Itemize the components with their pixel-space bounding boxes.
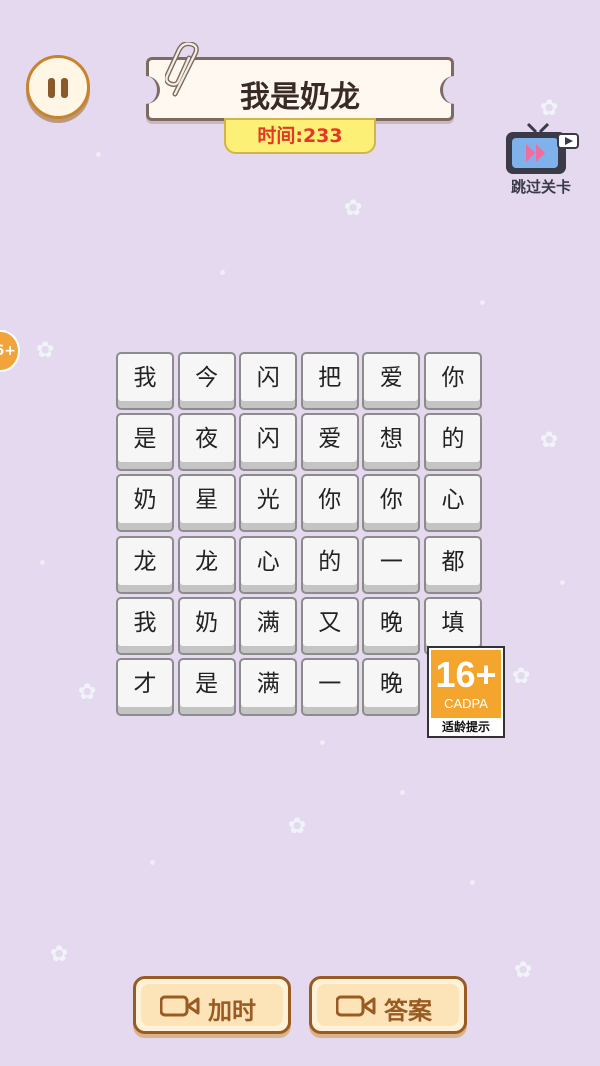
flower-icon: ✿ — [50, 942, 69, 967]
age-rating-number: 16+ — [435, 654, 497, 695]
word-tile[interactable]: 一 — [300, 658, 359, 716]
bg-dot — [400, 790, 405, 795]
bg-dot — [480, 300, 485, 305]
word-tile[interactable]: 都 — [424, 535, 482, 594]
bg-dot — [320, 740, 325, 745]
word-tile[interactable]: 今 — [177, 352, 236, 410]
word-tile[interactable]: 满 — [239, 658, 298, 716]
word-tile[interactable]: 又 — [300, 596, 359, 655]
flower-icon: ✿ — [512, 664, 531, 689]
answer-button[interactable]: 答案 — [309, 976, 467, 1034]
word-tile[interactable]: 心 — [239, 535, 298, 594]
bg-dot — [40, 560, 45, 565]
bg-dot — [96, 152, 101, 157]
word-tile[interactable]: 龙 — [116, 535, 174, 594]
bg-dot — [560, 580, 565, 585]
flower-icon: ✿ — [540, 428, 559, 453]
word-tile[interactable]: 光 — [239, 474, 298, 533]
paperclip-icon — [165, 42, 199, 97]
word-tile[interactable]: 想 — [362, 413, 421, 472]
word-tile[interactable]: 把 — [300, 352, 359, 410]
bg-dot — [470, 880, 475, 885]
add-time-label: 加时 — [208, 997, 256, 1025]
skip-level-button[interactable]: 跳过关卡 — [500, 120, 582, 200]
word-tile[interactable]: 奶 — [177, 596, 236, 655]
flower-icon: ✿ — [288, 814, 307, 839]
word-tile[interactable]: 是 — [177, 658, 236, 716]
flower-icon: ✿ — [78, 680, 97, 705]
word-tile[interactable]: 你 — [300, 474, 359, 533]
tv-video-icon — [506, 122, 579, 174]
word-tile[interactable]: 星 — [177, 474, 236, 533]
bg-dot — [220, 270, 225, 275]
word-tile[interactable]: 奶 — [116, 474, 174, 533]
word-tile[interactable]: 晚 — [362, 658, 421, 716]
flower-icon: ✿ — [36, 338, 55, 363]
age-rating-org: CADPA — [444, 696, 488, 711]
pause-icon — [61, 78, 68, 98]
bg-dot — [150, 860, 155, 865]
age-rating-caption: 适龄提示 — [441, 720, 490, 734]
answer-label: 答案 — [384, 997, 432, 1025]
word-tile[interactable]: 的 — [300, 535, 359, 594]
timer-display: 时间:233 — [224, 118, 376, 154]
word-tile[interactable]: 满 — [239, 596, 298, 655]
word-tile[interactable]: 夜 — [177, 413, 236, 472]
word-tile[interactable]: 你 — [362, 474, 421, 533]
pause-button[interactable] — [26, 55, 90, 119]
flower-icon: ✿ — [540, 96, 559, 121]
word-tile[interactable]: 爱 — [300, 413, 359, 472]
word-tile[interactable]: 爱 — [362, 352, 421, 410]
word-tile[interactable]: 闪 — [239, 352, 298, 410]
word-tile[interactable]: 是 — [116, 413, 174, 472]
age-rating-badge[interactable]: 16+ CADPA 适龄提示 — [427, 646, 505, 738]
level-title-banner: 我是奶龙 — [143, 42, 457, 121]
word-tile[interactable]: 心 — [424, 474, 482, 533]
word-tile[interactable]: 我 — [116, 596, 174, 655]
video-camera-icon — [160, 995, 200, 1017]
word-tile[interactable]: 晚 — [362, 596, 421, 655]
word-tile[interactable]: 龙 — [177, 535, 236, 594]
word-tile[interactable]: 我 — [116, 352, 174, 410]
pause-icon — [48, 78, 55, 98]
age-rating-side-badge[interactable]: 6+ — [0, 330, 20, 372]
flower-icon: ✿ — [344, 196, 363, 221]
flower-icon: ✿ — [514, 958, 533, 983]
word-tile[interactable]: 才 — [116, 658, 174, 716]
video-camera-icon — [336, 995, 376, 1017]
word-tile[interactable]: 你 — [424, 352, 482, 410]
word-tile[interactable]: 闪 — [239, 413, 298, 472]
word-tile[interactable]: 一 — [362, 535, 421, 594]
add-time-button[interactable]: 加时 — [133, 976, 291, 1034]
skip-level-label: 跳过关卡 — [510, 178, 571, 196]
word-tile[interactable]: 的 — [424, 413, 482, 472]
